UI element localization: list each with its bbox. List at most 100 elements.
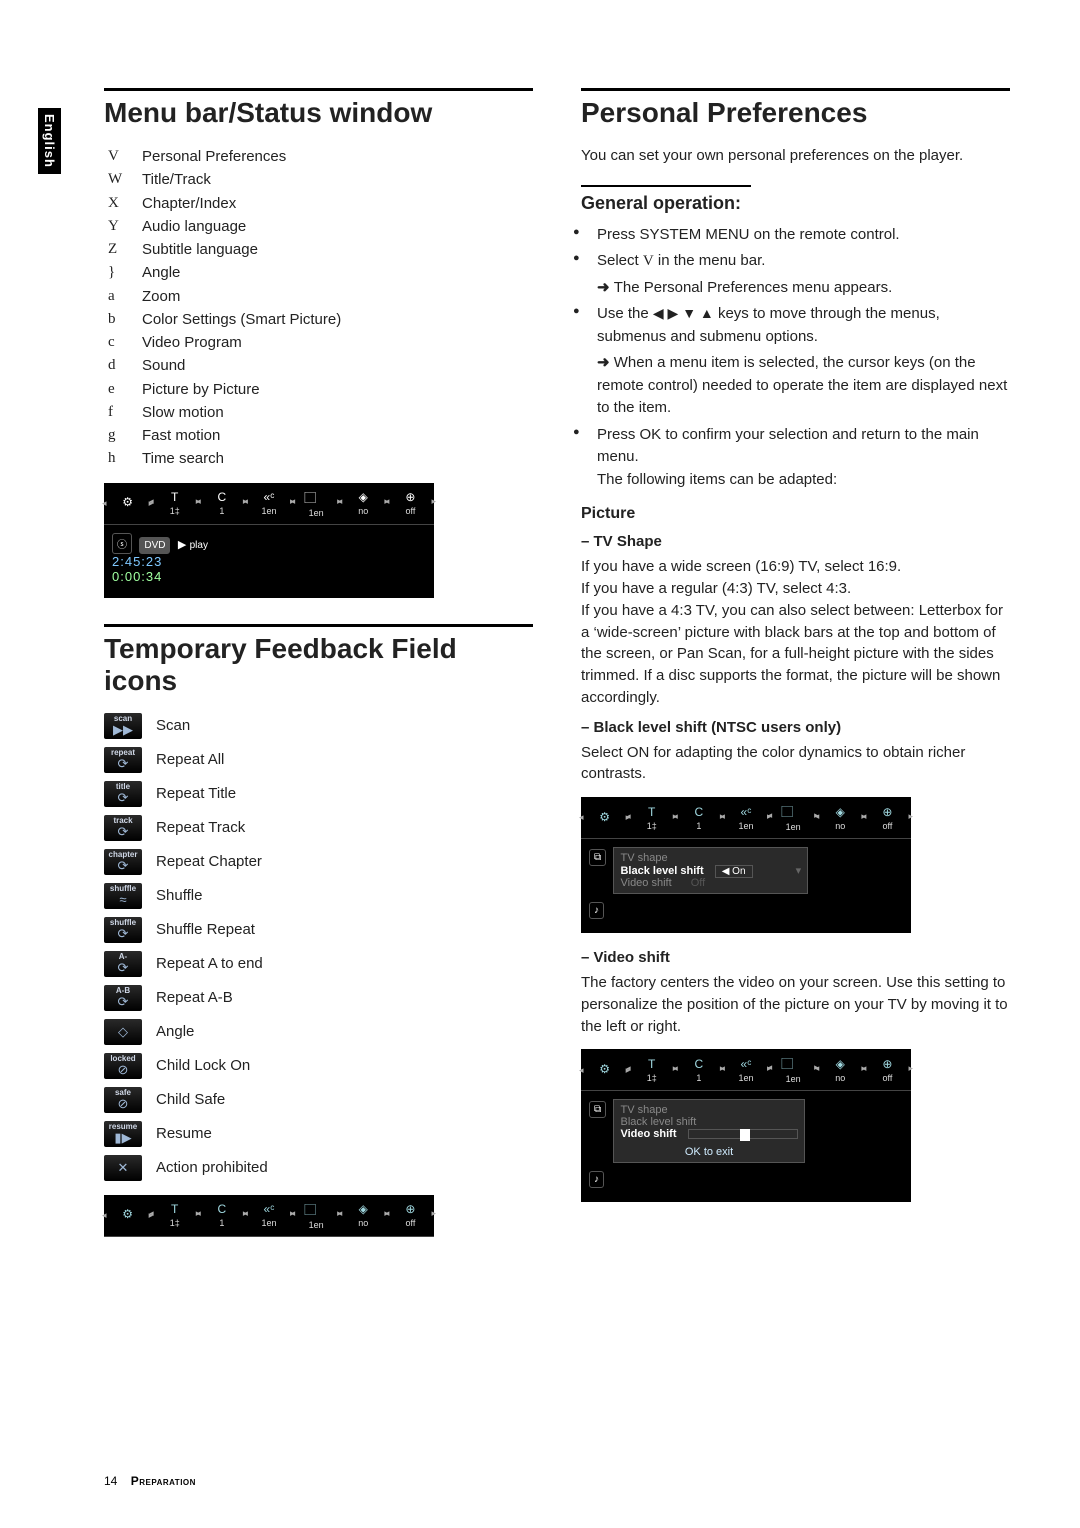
feedback-label: Child Lock On (156, 1057, 250, 1074)
feedback-label: Repeat Chapter (156, 853, 262, 870)
language-tab: English (38, 108, 61, 174)
status-cell: ◂⊕off▸ (387, 484, 434, 522)
feedback-icon-list: scan▶▶Scan repeat⟳Repeat All title⟳ Repeat … (104, 713, 533, 1181)
menubar-item: YAudio language (108, 215, 533, 238)
status-cell: ◂⚙▸ (104, 489, 151, 517)
feedback-label: Shuffle Repeat (156, 921, 255, 938)
menubar-item: cVideo Program (108, 331, 533, 354)
status-cell: ◂«ᶜ1en▸ (722, 1051, 769, 1089)
feedback-row: shuffle⟳ Shuffle Repeat (104, 917, 533, 943)
status-cell: ◂⊕off▸ (864, 1051, 911, 1089)
status-cell: ◂⊕off▸ (387, 1196, 434, 1234)
left-column: Menu bar/Status window VPersonal Prefere… (104, 88, 533, 1237)
status-cell: ◂⃞1en▸ (770, 1049, 817, 1090)
feedback-label: Shuffle (156, 887, 202, 904)
status-cell: ◂«ᶜ1en▸ (245, 1196, 292, 1234)
feedback-icon: chapter⟳ (104, 849, 142, 875)
menubar-item: fSlow motion (108, 401, 533, 424)
feedback-row: A-B⟳ Repeat A-B (104, 985, 533, 1011)
menubar-item: XChapter/Index (108, 192, 533, 215)
menubar-item: WTitle/Track (108, 168, 533, 191)
page-footer: 14 Preparation (104, 1474, 196, 1488)
menubar-item: }Angle (108, 261, 533, 284)
general-op-heading: General operation: (581, 193, 1010, 214)
feedback-icon: ✕ (104, 1155, 142, 1181)
tvshape-heading: – TV Shape (581, 533, 1010, 550)
feedback-icon: shuffle⟳ (104, 917, 142, 943)
feedback-row: ◇ Angle (104, 1019, 533, 1045)
right-column: Personal Preferences You can set your ow… (581, 88, 1010, 1237)
blacklevel-body: Select ON for adapting the color dynamic… (581, 742, 1010, 786)
feedback-row: shuffle≈Shuffle (104, 883, 533, 909)
status-cell: ◂⃞1en▸ (293, 1195, 340, 1236)
feedback-icon: ◇ (104, 1019, 142, 1045)
gen-step-4: Press OK to confirm your selection and r… (581, 424, 1010, 492)
feedback-heading: Temporary Feedback Field icons (104, 633, 533, 697)
menubar-item: aZoom (108, 285, 533, 308)
menubar-list: VPersonal PreferencesWTitle/TrackXChapte… (108, 145, 533, 471)
menubar-item: bColor Settings (Smart Picture) (108, 308, 533, 331)
videoshift-heading: – Video shift (581, 949, 1010, 966)
feedback-icon: A-⟳ (104, 951, 142, 977)
feedback-row: track⟳ Repeat Track (104, 815, 533, 841)
tvshape-body: If you have a wide screen (16:9) TV, sel… (581, 556, 1010, 708)
general-op-list-3: Press OK to confirm your selection and r… (581, 424, 1010, 492)
feedback-row: repeat⟳Repeat All (104, 747, 533, 773)
menubar-item: dSound (108, 354, 533, 377)
menubar-item: ZSubtitle language (108, 238, 533, 261)
feedback-icon: safe⊘ (104, 1087, 142, 1113)
general-op-list: Press SYSTEM MENU on the remote control.… (581, 224, 1010, 273)
status-cell: ◂◈no▸ (340, 1196, 387, 1234)
page-number: 14 (104, 1474, 117, 1488)
menubar-item: gFast motion (108, 424, 533, 447)
videoshift-body: The factory centers the video on your sc… (581, 972, 1010, 1037)
status-cell: ◂⃞1en▸ (770, 797, 817, 838)
status-cell: ◂C1▸ (675, 799, 722, 837)
feedback-label: Repeat All (156, 751, 224, 768)
gen-step-2: Select V in the menu bar. (581, 250, 1010, 273)
feedback-label: Child Safe (156, 1091, 225, 1108)
status-cell: ◂T1‡▸ (151, 1196, 198, 1234)
status-cell: ◂T1‡▸ (628, 799, 675, 837)
gen-step-2-result: The Personal Preferences menu appears. (581, 277, 1010, 300)
feedback-row: scan▶▶Scan (104, 713, 533, 739)
feedback-row: safe⊘ Child Safe (104, 1087, 533, 1113)
gen-step-3: Use the ◀ ▶ ▼ ▲ keys to move through the… (581, 303, 1010, 348)
feedback-label: Resume (156, 1125, 212, 1142)
general-op-list-2: Use the ◀ ▶ ▼ ▲ keys to move through the… (581, 303, 1010, 348)
menubar-item: hTime search (108, 447, 533, 470)
preferences-heading: Personal Preferences (581, 97, 1010, 129)
menubar-item: ePicture by Picture (108, 378, 533, 401)
feedback-label: Scan (156, 717, 190, 734)
feedback-label: Angle (156, 1023, 194, 1040)
feedback-label: Repeat A-B (156, 989, 233, 1006)
menubar-item: VPersonal Preferences (108, 145, 533, 168)
feedback-icon: A-B⟳ (104, 985, 142, 1011)
feedback-icon: title⟳ (104, 781, 142, 807)
status-cell: ◂«ᶜ1en▸ (722, 799, 769, 837)
gen-step-1: Press SYSTEM MENU on the remote control. (581, 224, 1010, 247)
status-cell: ◂◈no▸ (817, 799, 864, 837)
section-name: Preparation (131, 1474, 196, 1488)
feedback-label: Repeat Title (156, 785, 236, 802)
feedback-row: chapter⟳ Repeat Chapter (104, 849, 533, 875)
blacklevel-heading: – Black level shift (NTSC users only) (581, 719, 1010, 736)
gen-step-3-result: When a menu item is selected, the cursor… (581, 352, 1010, 420)
feedback-row: locked⊘ Child Lock On (104, 1053, 533, 1079)
status-cell: ◂C1▸ (675, 1051, 722, 1089)
feedback-icon: track⟳ (104, 815, 142, 841)
feedback-label: Repeat A to end (156, 955, 263, 972)
status-cell: ◂T1‡▸ (628, 1051, 675, 1089)
picture-heading: Picture (581, 505, 1010, 523)
feedback-label: Repeat Track (156, 819, 245, 836)
status-cell: ◂«ᶜ1en▸ (245, 484, 292, 522)
feedback-row: A-⟳ Repeat A to end (104, 951, 533, 977)
feedback-icon: locked⊘ (104, 1053, 142, 1079)
feedback-row: resume▮▶ Resume (104, 1121, 533, 1147)
status-cell: ◂⊕off▸ (864, 799, 911, 837)
feedback-icon: resume▮▶ (104, 1121, 142, 1147)
pref-intro: You can set your own personal preference… (581, 145, 1010, 167)
blacklevel-graphic: ◂⚙▸◂T1‡▸◂C1▸◂«ᶜ1en▸◂⃞1en▸◂◈no▸◂⊕off▸ ⧉ T… (581, 797, 911, 933)
status-cell: ◂⚙▸ (581, 1056, 628, 1084)
status-cell: ◂⚙▸ (581, 804, 628, 832)
